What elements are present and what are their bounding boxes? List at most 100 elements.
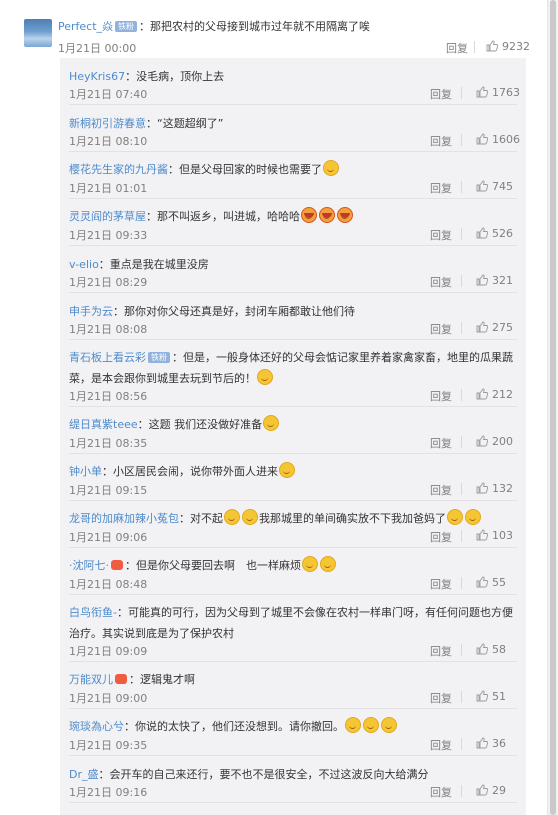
like-count[interactable]: 55 bbox=[492, 576, 506, 589]
reply-username[interactable]: 龙哥的加麻加辣小菟包 bbox=[69, 512, 179, 525]
like-count[interactable]: 58 bbox=[492, 643, 506, 656]
thumbs-up-icon[interactable] bbox=[476, 274, 488, 286]
reply-text: 缇日真紫teee：这题 我们还没做好准备 bbox=[69, 414, 519, 435]
reply-button[interactable]: 回复 bbox=[430, 227, 452, 243]
like-count[interactable]: 200 bbox=[492, 435, 513, 448]
divider bbox=[461, 228, 462, 240]
thumbs-up-icon[interactable] bbox=[476, 435, 488, 447]
reply-divider bbox=[69, 802, 517, 803]
reply-username[interactable]: 万能双儿 bbox=[69, 673, 113, 686]
reply-button[interactable]: 回复 bbox=[430, 274, 452, 290]
reply-button[interactable]: 回复 bbox=[430, 576, 452, 592]
reply-text: 新桐初引游春意：“这题超纲了” bbox=[69, 113, 519, 134]
like-count[interactable]: 1763 bbox=[492, 86, 520, 99]
reply-username[interactable]: 申手为云 bbox=[69, 305, 113, 318]
thumbs-up-icon[interactable] bbox=[476, 737, 488, 749]
top-comment: Perfect_焱 铁粉 ：那把农村的父母接到城市过年就不用隔离了唉 1月21日 0… bbox=[0, 10, 548, 55]
reply-button[interactable]: 回复 bbox=[430, 784, 452, 800]
like-count[interactable]: 526 bbox=[492, 227, 513, 240]
reply-username[interactable]: 钟小单 bbox=[69, 465, 102, 478]
reply-item: 灵灵阎的茅草屋：那不叫返乡，叫进城，哈哈哈 1月21日 09:33 回复 526 bbox=[60, 206, 526, 247]
reply-body: ：重点是我在城里没房 bbox=[98, 258, 209, 271]
divider bbox=[461, 275, 462, 287]
divider bbox=[461, 436, 462, 448]
reply-username[interactable]: HeyKris67 bbox=[69, 70, 125, 83]
reply-body: ：对不起 bbox=[179, 512, 223, 525]
reply-divider bbox=[69, 708, 517, 709]
fan-badge: 铁粉 bbox=[115, 21, 138, 32]
thumbs-up-icon[interactable] bbox=[476, 133, 488, 145]
reply-username[interactable]: Dr_盛 bbox=[69, 768, 99, 781]
reply-button[interactable]: 回复 bbox=[430, 180, 452, 196]
top-comment-username[interactable]: Perfect_焱 bbox=[58, 20, 113, 33]
reply-meta: 1月21日 08:35 回复 200 bbox=[69, 435, 519, 451]
reply-button[interactable]: 回复 bbox=[430, 321, 452, 337]
like-count[interactable]: 51 bbox=[492, 690, 506, 703]
like-count[interactable]: 103 bbox=[492, 529, 513, 542]
reply-button[interactable]: 回复 bbox=[430, 133, 452, 149]
thumbs-up-icon[interactable] bbox=[476, 690, 488, 702]
reply-text: 龙哥的加麻加辣小菟包：对不起 我那城里的单间确实放不下我加爸妈了 bbox=[69, 508, 519, 529]
reply-button[interactable]: 回复 bbox=[430, 737, 452, 753]
reply-button[interactable]: 回复 bbox=[430, 643, 452, 659]
emoji-icon bbox=[465, 509, 481, 525]
reply-text: 灵灵阎的茅草屋：那不叫返乡，叫进城，哈哈哈 bbox=[69, 206, 519, 227]
thumbs-up-icon[interactable] bbox=[476, 643, 488, 655]
reply-username[interactable]: 青石板上看云彩 bbox=[69, 351, 146, 364]
reply-username[interactable]: 灵灵阎的茅草屋 bbox=[69, 210, 146, 223]
divider bbox=[474, 41, 475, 53]
divider bbox=[461, 644, 462, 656]
reply-meta: 1月21日 09:09 回复 58 bbox=[69, 643, 519, 659]
thumbs-up-icon[interactable] bbox=[486, 40, 498, 52]
thumbs-up-icon[interactable] bbox=[476, 321, 488, 333]
thumbs-up-icon[interactable] bbox=[476, 529, 488, 541]
divider bbox=[461, 134, 462, 146]
reply-username[interactable]: 缇日真紫teee bbox=[69, 418, 138, 431]
scrollbar-thumb[interactable] bbox=[550, 0, 556, 815]
scrollbar[interactable] bbox=[547, 0, 558, 815]
comment-date: 1月21日 08:56 bbox=[69, 390, 148, 403]
thumbs-up-icon[interactable] bbox=[476, 86, 488, 98]
like-count[interactable]: 1606 bbox=[492, 133, 520, 146]
reply-divider bbox=[69, 151, 517, 152]
thumbs-up-icon[interactable] bbox=[476, 227, 488, 239]
like-count[interactable]: 132 bbox=[492, 482, 513, 495]
avatar[interactable] bbox=[24, 19, 52, 47]
reply-username[interactable]: 新桐初引游春意 bbox=[69, 117, 146, 130]
reply-username[interactable]: 白鸟衔鱼- bbox=[69, 606, 117, 619]
reply-button[interactable]: 回复 bbox=[446, 40, 468, 56]
reply-button[interactable]: 回复 bbox=[430, 388, 452, 404]
reply-button[interactable]: 回复 bbox=[430, 690, 452, 706]
reply-username[interactable]: 琬琰為心兮 bbox=[69, 720, 124, 733]
like-count[interactable]: 275 bbox=[492, 321, 513, 334]
like-count[interactable]: 9232 bbox=[502, 40, 530, 53]
reply-button[interactable]: 回复 bbox=[430, 86, 452, 102]
reply-button[interactable]: 回复 bbox=[430, 435, 452, 451]
reply-meta: 1月21日 08:10 回复 1606 bbox=[69, 133, 520, 149]
thumbs-up-icon[interactable] bbox=[476, 576, 488, 588]
reply-divider bbox=[69, 292, 517, 293]
divider bbox=[461, 738, 462, 750]
like-count[interactable]: 321 bbox=[492, 274, 513, 287]
reply-text: 琬琰為心兮：你说的太快了，他们还没想到。请你撤回。 bbox=[69, 716, 519, 737]
reply-meta: 1月21日 09:35 回复 36 bbox=[69, 737, 519, 753]
reply-username[interactable]: v-elio bbox=[69, 258, 99, 271]
like-count[interactable]: 745 bbox=[492, 180, 513, 193]
like-count[interactable]: 29 bbox=[492, 784, 506, 797]
thumbs-up-icon[interactable] bbox=[476, 388, 488, 400]
thumbs-up-icon[interactable] bbox=[476, 784, 488, 796]
thumbs-up-icon[interactable] bbox=[476, 482, 488, 494]
reply-button[interactable]: 回复 bbox=[430, 482, 452, 498]
like-count[interactable]: 212 bbox=[492, 388, 513, 401]
reply-meta: 1月21日 08:29 回复 321 bbox=[69, 274, 519, 290]
reply-divider bbox=[69, 453, 517, 454]
like-count[interactable]: 36 bbox=[492, 737, 506, 750]
reply-item: HeyKris67：没毛病，顶你上去 1月21日 07:40 回复 1763 bbox=[60, 66, 526, 106]
comment-date: 1月21日 00:00 bbox=[58, 42, 137, 55]
reply-button[interactable]: 回复 bbox=[430, 529, 452, 545]
thumbs-up-icon[interactable] bbox=[476, 180, 488, 192]
vip-badge-icon bbox=[111, 560, 123, 570]
reply-username[interactable]: 樱花先生家的九丹酱 bbox=[69, 163, 168, 176]
reply-username[interactable]: ·沈阿七· bbox=[69, 559, 109, 572]
divider bbox=[461, 530, 462, 542]
